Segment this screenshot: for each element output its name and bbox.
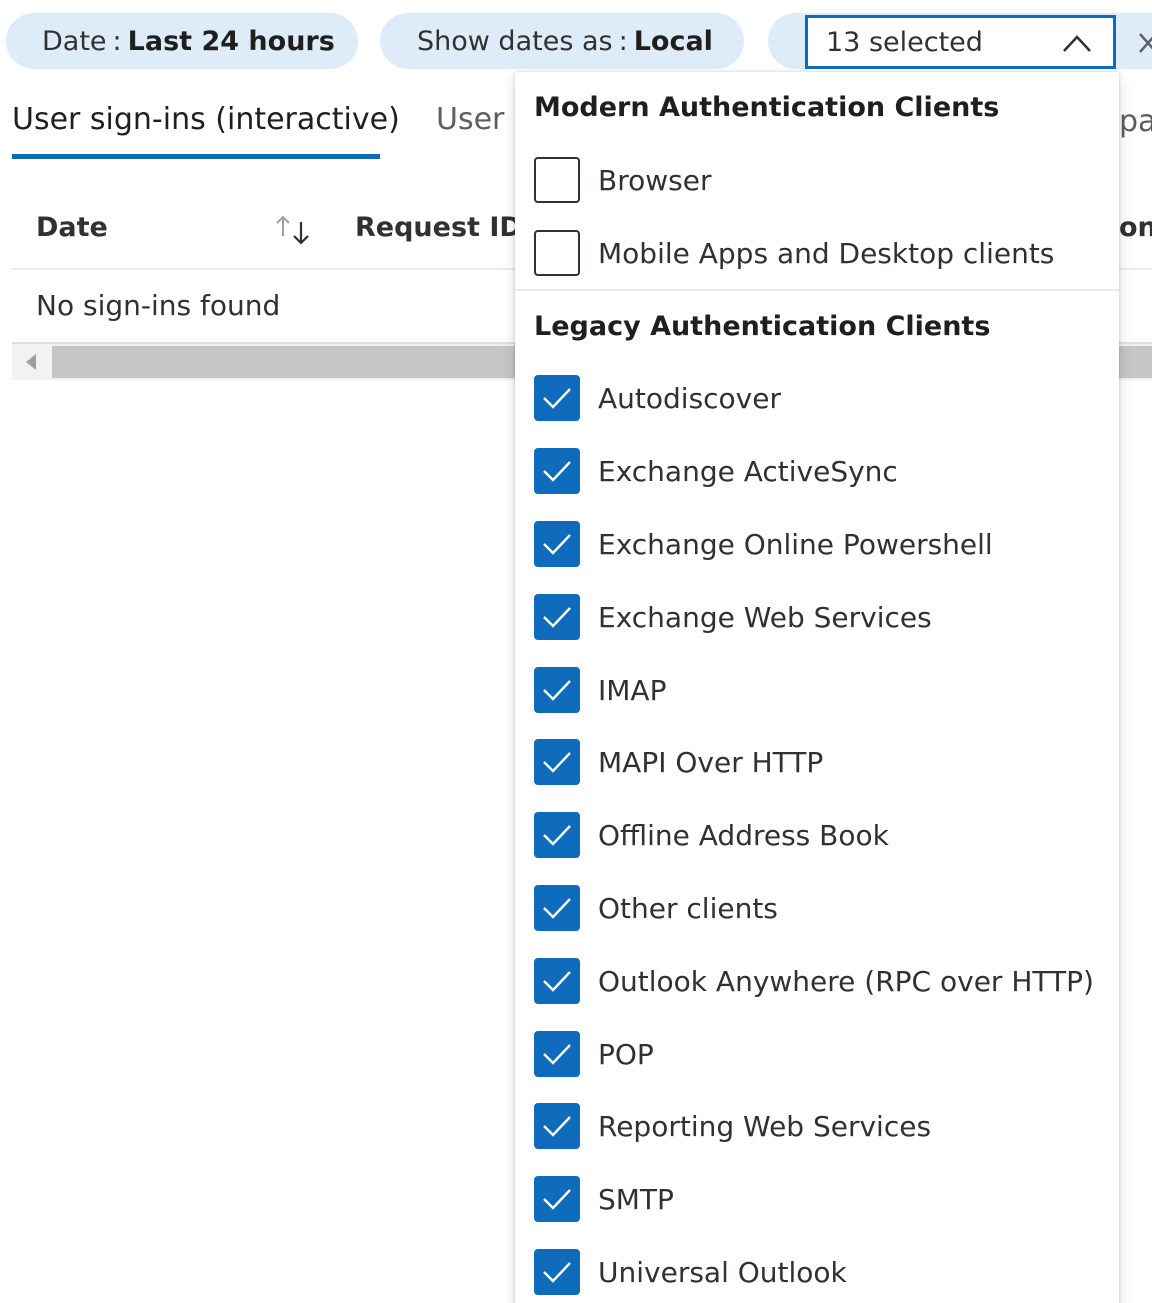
date-filter-separator: : <box>112 25 122 57</box>
option-label: Mobile Apps and Desktop clients <box>598 236 1055 270</box>
checkmark-icon <box>543 534 571 555</box>
option-label: MAPI Over HTTP <box>598 745 824 779</box>
group-divider <box>515 289 1119 291</box>
column-header-partial[interactable]: on <box>1119 212 1152 243</box>
checkmark-icon <box>543 1262 571 1283</box>
option-autodiscover[interactable]: Autodiscover <box>534 375 1114 421</box>
scroll-left-button[interactable] <box>12 344 50 380</box>
checkbox-checked[interactable] <box>534 594 580 640</box>
group-header-legacy: Legacy Authentication Clients <box>534 311 991 342</box>
column-header-request-id[interactable]: Request ID <box>355 212 522 243</box>
option-smtp[interactable]: SMTP <box>534 1176 1114 1222</box>
option-label: Exchange Online Powershell <box>598 527 993 561</box>
option-label: SMTP <box>598 1182 674 1216</box>
tab-user-sign-ins-interactive[interactable]: User sign-ins (interactive) <box>12 102 400 137</box>
date-filter-pill[interactable]: Date : Last 24 hours <box>6 13 358 69</box>
checkmark-icon <box>543 1116 571 1137</box>
tab-service-principal[interactable]: pal <box>1119 104 1152 139</box>
checkmark-icon <box>543 752 571 773</box>
chevron-up-icon <box>1063 35 1091 52</box>
option-browser[interactable]: Browser <box>534 157 1114 203</box>
empty-state-message: No sign-ins found <box>36 289 281 322</box>
checkbox-checked[interactable] <box>534 739 580 785</box>
checkmark-icon <box>543 680 571 701</box>
option-label: Exchange ActiveSync <box>598 454 898 488</box>
client-app-selected-text: 13 selected <box>826 26 983 58</box>
show-dates-value: Local <box>633 25 713 57</box>
option-label: Browser <box>598 163 712 197</box>
checkmark-icon <box>543 1044 571 1065</box>
checkbox-checked[interactable] <box>534 958 580 1004</box>
checkmark-icon <box>543 971 571 992</box>
checkbox-checked[interactable] <box>534 885 580 931</box>
show-dates-separator: : <box>618 25 628 57</box>
checkbox-checked[interactable] <box>534 1249 580 1295</box>
column-header-date[interactable]: Date <box>36 212 108 243</box>
client-app-dropdown: Modern Authentication Clients Browser Mo… <box>515 72 1119 1303</box>
checkmark-icon <box>543 388 571 409</box>
checkbox-checked[interactable] <box>534 448 580 494</box>
option-offline-address-book[interactable]: Offline Address Book <box>534 812 1114 858</box>
option-mapi-over-http[interactable]: MAPI Over HTTP <box>534 739 1114 785</box>
close-icon[interactable] <box>1136 30 1152 58</box>
option-pop[interactable]: POP <box>534 1031 1114 1077</box>
checkbox-checked[interactable] <box>534 375 580 421</box>
checkmark-icon <box>543 607 571 628</box>
show-dates-pill[interactable]: Show dates as : Local <box>380 13 744 69</box>
option-label: IMAP <box>598 673 667 707</box>
checkmark-icon <box>543 898 571 919</box>
option-label: Other clients <box>598 891 778 925</box>
checkbox-checked[interactable] <box>534 667 580 713</box>
option-label: POP <box>598 1037 654 1071</box>
client-app-select[interactable]: 13 selected <box>805 15 1116 69</box>
option-outlook-anywhere[interactable]: Outlook Anywhere (RPC over HTTP) <box>534 958 1114 1004</box>
checkbox-checked[interactable] <box>534 1103 580 1149</box>
option-universal-outlook[interactable]: Universal Outlook <box>534 1249 1114 1295</box>
checkbox-checked[interactable] <box>534 521 580 567</box>
option-reporting-web-services[interactable]: Reporting Web Services <box>534 1103 1114 1149</box>
option-exchange-activesync[interactable]: Exchange ActiveSync <box>534 448 1114 494</box>
option-exchange-online-powershell[interactable]: Exchange Online Powershell <box>534 521 1114 567</box>
option-mobile-apps-desktop[interactable]: Mobile Apps and Desktop clients <box>534 230 1114 276</box>
date-filter-label: Date <box>42 25 107 57</box>
option-label: Offline Address Book <box>598 818 889 852</box>
option-label: Exchange Web Services <box>598 600 932 634</box>
checkbox[interactable] <box>534 157 580 203</box>
option-label: Universal Outlook <box>598 1255 847 1289</box>
date-filter-value: Last 24 hours <box>127 25 335 57</box>
checkbox-checked[interactable] <box>534 812 580 858</box>
checkbox[interactable] <box>534 230 580 276</box>
checkmark-icon <box>543 1189 571 1210</box>
option-label: Autodiscover <box>598 381 781 415</box>
sort-icon[interactable] <box>272 214 314 246</box>
option-imap[interactable]: IMAP <box>534 667 1114 713</box>
sign-in-logs-page: Date : Last 24 hours Show dates as : Loc… <box>0 0 1152 1303</box>
show-dates-label: Show dates as <box>417 25 613 57</box>
group-header-modern: Modern Authentication Clients <box>534 92 1000 123</box>
checkmark-icon <box>543 461 571 482</box>
chevron-left-icon <box>26 354 36 370</box>
checkmark-icon <box>543 825 571 846</box>
option-other-clients[interactable]: Other clients <box>534 885 1114 931</box>
active-tab-indicator <box>12 154 380 159</box>
checkbox-checked[interactable] <box>534 1176 580 1222</box>
option-label: Outlook Anywhere (RPC over HTTP) <box>598 964 1094 998</box>
checkbox-checked[interactable] <box>534 1031 580 1077</box>
option-label: Reporting Web Services <box>598 1109 932 1143</box>
option-exchange-web-services[interactable]: Exchange Web Services <box>534 594 1114 640</box>
